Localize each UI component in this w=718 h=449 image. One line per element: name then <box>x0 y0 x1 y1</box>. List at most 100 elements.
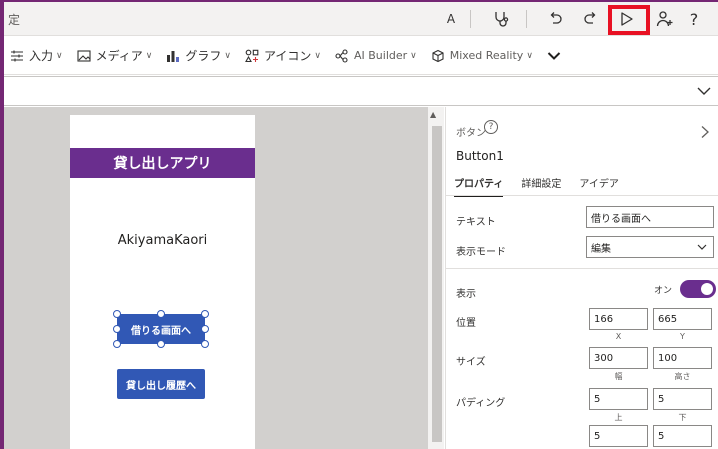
y-caption: Y <box>680 332 685 341</box>
width-input[interactable]: 300 <box>589 347 648 369</box>
chevron-down-icon <box>697 244 707 250</box>
design-canvas[interactable]: 貸し出しアプリ AkiyamaKaori 借りる画面へ 貸し出し履歴へ <box>4 107 432 449</box>
chevron-down-icon: ∨ <box>145 50 153 61</box>
mixed-reality-icon <box>432 49 444 62</box>
display-mode-label: 表示モード <box>456 247 506 258</box>
position-x-value: 166 <box>594 313 614 325</box>
resize-handle-top-right[interactable] <box>201 310 209 318</box>
stethoscope-icon <box>495 12 509 27</box>
resize-handle-top[interactable] <box>157 310 165 318</box>
ribbon-icons-label: アイコン <box>263 49 312 63</box>
redo-button[interactable] <box>580 7 602 31</box>
display-mode-value: 編集 <box>591 243 611 255</box>
resize-handle-bottom-left[interactable] <box>113 340 121 348</box>
toolbar-separator <box>470 10 471 28</box>
resize-handle-bottom[interactable] <box>157 340 165 348</box>
formula-bar <box>4 76 718 106</box>
chevron-right-icon[interactable] <box>700 125 710 143</box>
text-property-value: 借りる画面へ <box>591 213 651 225</box>
resize-handle-left[interactable] <box>113 325 121 333</box>
highlight-box <box>608 5 650 35</box>
resize-handle-bottom-right[interactable] <box>201 340 209 348</box>
padding-left-value: 5 <box>594 430 601 442</box>
ribbon-icons-menu[interactable]: アイコン ∨ <box>245 47 321 64</box>
app-checker-button[interactable] <box>490 7 512 31</box>
app-title-header[interactable]: 貸し出しアプリ <box>70 148 255 178</box>
x-caption: X <box>615 332 622 341</box>
ribbon-ai-builder-menu[interactable]: AI Builder ∨ <box>335 48 417 63</box>
position-x-input[interactable]: 166 <box>589 308 648 330</box>
title-fragment: 定 <box>8 13 21 27</box>
ribbon-input-menu[interactable]: 入力 ∨ <box>10 47 63 64</box>
visible-toggle[interactable] <box>680 280 716 298</box>
padding-top-value: 5 <box>594 393 601 405</box>
chevron-down-icon: ∨ <box>224 50 231 61</box>
visible-toggle-state: オン <box>654 286 673 296</box>
undo-button[interactable] <box>544 7 566 31</box>
panel-divider <box>446 195 718 196</box>
properties-panel: ボタン ? Button1 プロパティ 詳細設定 アイデア テキスト 借りる画面… <box>445 107 718 449</box>
resize-handle-right[interactable] <box>201 325 209 333</box>
font-size-button[interactable]: A <box>442 7 460 31</box>
canvas-scrollbar-thumb[interactable] <box>432 126 442 442</box>
chart-icon <box>167 50 180 62</box>
scroll-up-arrow-icon[interactable]: ▲ <box>430 110 436 119</box>
top-caption: 上 <box>614 413 623 422</box>
padding-right-input[interactable]: 5 <box>653 425 712 447</box>
height-caption: 高さ <box>674 372 691 381</box>
toggle-knob <box>701 283 713 295</box>
app-screen[interactable]: 貸し出しアプリ AkiyamaKaori 借りる画面へ 貸し出し履歴へ <box>70 115 255 449</box>
ribbon-ai-builder-label: AI Builder <box>353 49 408 62</box>
tab-advanced[interactable]: 詳細設定 <box>521 175 561 197</box>
resize-handle-top-left[interactable] <box>113 310 121 318</box>
icons-icon <box>245 49 259 62</box>
padding-left-input[interactable]: 5 <box>589 425 648 447</box>
help-button[interactable]: ? <box>684 7 704 31</box>
padding-label: パディング <box>456 398 506 409</box>
visible-label: 表示 <box>456 289 476 300</box>
padding-top-input[interactable]: 5 <box>589 388 648 410</box>
size-label: サイズ <box>456 357 486 368</box>
ribbon-media-label: メディア <box>95 49 143 63</box>
bottom-caption: 下 <box>678 413 687 422</box>
panel-divider <box>446 268 718 269</box>
chevron-down-icon: ∨ <box>314 50 321 61</box>
width-value: 300 <box>594 352 614 364</box>
undo-icon <box>550 12 562 24</box>
ai-builder-icon <box>335 48 348 63</box>
lending-history-button[interactable]: 貸し出し履歴へ <box>117 369 205 399</box>
control-help-icon[interactable]: ? <box>484 120 498 134</box>
expand-formula-chevron-icon[interactable] <box>696 83 712 99</box>
media-icon <box>77 49 91 62</box>
ribbon-more-button[interactable] <box>547 51 561 61</box>
padding-bottom-input[interactable]: 5 <box>653 388 712 410</box>
padding-right-value: 5 <box>658 430 665 442</box>
property-tabs: プロパティ 詳細設定 アイデア <box>454 175 637 197</box>
ribbon-mixed-reality-menu[interactable]: Mixed Reality ∨ <box>431 49 533 63</box>
toolbar-separator <box>526 10 527 28</box>
chevron-down-icon: ∨ <box>56 50 63 61</box>
tab-properties[interactable]: プロパティ <box>454 175 504 197</box>
user-name-label[interactable]: AkiyamaKaori <box>70 233 255 248</box>
position-y-input[interactable]: 665 <box>653 308 712 330</box>
ribbon-chart-menu[interactable]: グラフ ∨ <box>166 47 231 64</box>
insert-ribbon: 入力 ∨ メディア ∨ グラフ ∨ アイコン ∨ AI Builder ∨ Mi… <box>4 37 718 75</box>
redo-icon <box>584 12 596 24</box>
ribbon-chart-label: グラフ <box>185 49 222 63</box>
display-mode-dropdown[interactable]: 編集 <box>586 236 714 258</box>
chevron-down-icon: ∨ <box>410 50 417 61</box>
input-icon <box>11 50 23 61</box>
share-button[interactable] <box>654 7 676 31</box>
chevron-down-icon <box>547 51 561 60</box>
tab-ideas[interactable]: アイデア <box>579 175 619 197</box>
control-type-label: ボタン <box>456 128 486 139</box>
formula-input[interactable] <box>4 81 684 103</box>
text-property-input[interactable]: 借りる画面へ <box>586 206 714 228</box>
chevron-down-icon: ∨ <box>526 50 533 61</box>
text-property-label: テキスト <box>456 217 496 228</box>
height-input[interactable]: 100 <box>653 347 712 369</box>
ribbon-media-menu[interactable]: メディア ∨ <box>77 47 153 64</box>
title-bar: 定 A ? <box>4 2 718 36</box>
control-name-label[interactable]: Button1 <box>456 149 504 163</box>
position-label: 位置 <box>456 318 476 329</box>
